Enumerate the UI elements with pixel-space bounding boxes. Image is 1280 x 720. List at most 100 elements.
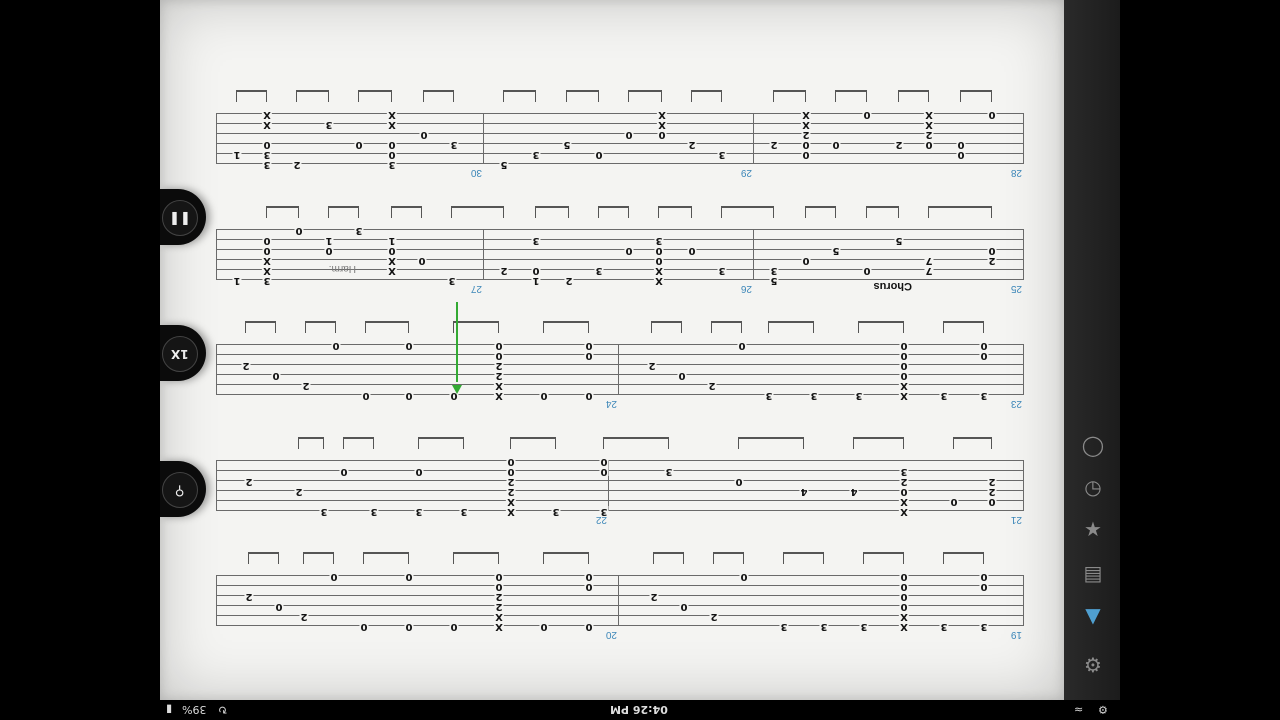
fret-number[interactable]: 0 — [801, 255, 811, 266]
fret-number[interactable]: 3 — [717, 265, 727, 276]
fret-number[interactable]: X — [262, 109, 272, 120]
fret-number[interactable]: 0 — [599, 456, 609, 467]
fret-number[interactable]: 2 — [241, 360, 251, 371]
fret-number[interactable]: 3 — [551, 506, 561, 517]
tuner-button[interactable]: ⚲ — [162, 472, 198, 508]
fret-number[interactable]: 0 — [339, 466, 349, 477]
fret-number[interactable]: X — [924, 109, 934, 120]
fret-number[interactable]: 0 — [506, 466, 516, 477]
fret-number[interactable]: 0 — [624, 129, 634, 140]
fret-number[interactable]: 3 — [764, 390, 774, 401]
fret-number[interactable]: 2 — [707, 380, 717, 391]
fret-number[interactable]: 3 — [979, 390, 989, 401]
fret-number[interactable]: 0 — [494, 350, 504, 361]
fret-number[interactable]: 2 — [506, 486, 516, 497]
fret-number[interactable]: 0 — [734, 476, 744, 487]
fret-number[interactable]: 0 — [262, 139, 272, 150]
fret-number[interactable]: 0 — [679, 601, 689, 612]
fret-number[interactable]: 0 — [584, 390, 594, 401]
fret-number[interactable]: 3 — [594, 265, 604, 276]
fret-number[interactable]: 0 — [737, 340, 747, 351]
fret-number[interactable]: 0 — [584, 581, 594, 592]
fret-number[interactable]: 0 — [404, 571, 414, 582]
fret-number[interactable]: 3 — [369, 506, 379, 517]
fret-number[interactable]: 0 — [987, 245, 997, 256]
tab-sheet[interactable]: 19 20 3 0 0 3 X X 0 0 0 0 3 3 3 0 2 0 2 0 0 0 0 X X 2 2 0 0 0 0 0 0 0 2 0 2 2… — [160, 0, 1064, 700]
fret-number[interactable]: X — [657, 109, 667, 120]
fret-number[interactable]: X — [899, 496, 909, 507]
fret-number[interactable]: 0 — [899, 571, 909, 582]
fret-number[interactable]: 0 — [584, 340, 594, 351]
fret-number[interactable]: 0 — [831, 139, 841, 150]
fret-number[interactable]: 0 — [899, 601, 909, 612]
fret-number[interactable]: X — [899, 621, 909, 632]
fret-number[interactable]: X — [506, 496, 516, 507]
fret-number[interactable]: 0 — [584, 571, 594, 582]
fret-number[interactable]: 0 — [949, 496, 959, 507]
fret-number[interactable]: X — [387, 119, 397, 130]
fret-number[interactable]: 0 — [414, 466, 424, 477]
fret-number[interactable]: X — [387, 265, 397, 276]
fret-number[interactable]: 0 — [387, 245, 397, 256]
fret-number[interactable]: 3 — [262, 275, 272, 286]
fret-number[interactable]: 0 — [979, 571, 989, 582]
fret-number[interactable]: 0 — [899, 591, 909, 602]
fret-number[interactable]: 0 — [979, 340, 989, 351]
fret-number[interactable]: 0 — [987, 496, 997, 507]
fret-number[interactable]: 0 — [417, 255, 427, 266]
fret-number[interactable]: 2 — [894, 139, 904, 150]
fret-number[interactable]: 2 — [494, 591, 504, 602]
fret-number[interactable]: 0 — [899, 370, 909, 381]
fret-number[interactable]: 0 — [899, 350, 909, 361]
fret-number[interactable]: 2 — [801, 129, 811, 140]
fret-number[interactable]: 0 — [677, 370, 687, 381]
fret-number[interactable]: 2 — [494, 370, 504, 381]
fret-number[interactable]: 0 — [654, 255, 664, 266]
fret-number[interactable]: 0 — [739, 571, 749, 582]
fret-number[interactable]: 2 — [292, 159, 302, 170]
fret-number[interactable]: 2 — [506, 476, 516, 487]
fret-number[interactable]: 3 — [324, 119, 334, 130]
fret-number[interactable]: 3 — [859, 621, 869, 632]
fret-number[interactable]: 0 — [899, 486, 909, 497]
fret-number[interactable]: X — [387, 109, 397, 120]
fret-number[interactable]: 0 — [359, 621, 369, 632]
fret-number[interactable]: X — [387, 255, 397, 266]
fret-number[interactable]: 3 — [769, 265, 779, 276]
fret-number[interactable]: 0 — [294, 225, 304, 236]
speed-button[interactable]: 1X — [162, 336, 198, 372]
fret-number[interactable]: 2 — [924, 129, 934, 140]
fret-number[interactable]: 3 — [779, 621, 789, 632]
fret-number[interactable]: 0 — [899, 360, 909, 371]
fret-number[interactable]: 0 — [624, 245, 634, 256]
fret-number[interactable]: 0 — [899, 581, 909, 592]
fret-number[interactable]: 3 — [599, 506, 609, 517]
fret-number[interactable]: 2 — [564, 275, 574, 286]
fret-number[interactable]: 0 — [404, 621, 414, 632]
fret-number[interactable]: 1 — [232, 149, 242, 160]
fret-number[interactable]: 4 — [799, 486, 809, 497]
fret-number[interactable]: X — [494, 621, 504, 632]
fret-number[interactable]: 0 — [262, 245, 272, 256]
fret-number[interactable]: 3 — [809, 390, 819, 401]
fret-number[interactable]: 0 — [271, 370, 281, 381]
fret-number[interactable]: 0 — [331, 340, 341, 351]
fret-number[interactable]: 7 — [924, 265, 934, 276]
favorite-button[interactable]: ★ — [1078, 514, 1108, 544]
fret-number[interactable]: 5 — [894, 235, 904, 246]
fret-number[interactable]: 3 — [531, 149, 541, 160]
fret-number[interactable]: 3 — [262, 149, 272, 160]
fret-number[interactable]: 2 — [494, 601, 504, 612]
fret-number[interactable]: 2 — [987, 255, 997, 266]
fret-number[interactable]: 0 — [404, 340, 414, 351]
fret-number[interactable]: 0 — [654, 245, 664, 256]
fret-number[interactable]: 0 — [354, 139, 364, 150]
fret-number[interactable]: 4 — [849, 486, 859, 497]
metronome-button[interactable]: ◯ — [1078, 430, 1108, 460]
fret-number[interactable]: 3 — [979, 621, 989, 632]
fret-number[interactable]: 3 — [449, 139, 459, 150]
fret-number[interactable]: 0 — [956, 149, 966, 160]
fret-number[interactable]: 2 — [647, 360, 657, 371]
fret-number[interactable]: 0 — [531, 265, 541, 276]
fret-number[interactable]: 1 — [324, 235, 334, 246]
